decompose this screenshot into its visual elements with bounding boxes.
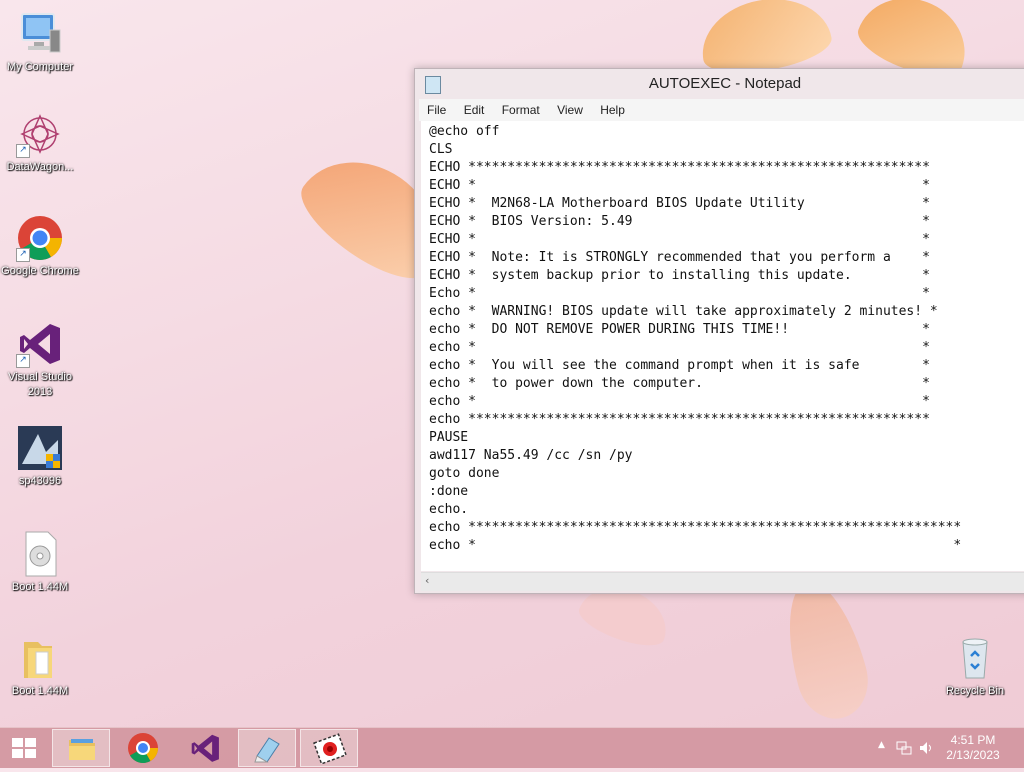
editor-content[interactable]: @echo off CLS ECHO *********************… [421, 121, 1024, 555]
desktop-icon-label: Visual Studio 2013 [7, 371, 72, 398]
taskbar-clock[interactable]: 4:51 PM 2/13/2023 [938, 733, 1008, 763]
menu-file[interactable]: File [427, 103, 446, 117]
shortcut-arrow-icon: ↗ [16, 248, 30, 262]
menu-edit[interactable]: Edit [464, 103, 485, 117]
computer-icon [16, 10, 64, 58]
volume-icon[interactable] [918, 740, 934, 756]
datawagon-icon: ↗ [16, 110, 64, 158]
recycle-bin-icon [951, 634, 999, 682]
visual-studio-icon [191, 734, 219, 762]
menu-view[interactable]: View [557, 103, 583, 117]
desktop-icon-label: Boot 1.44M [11, 581, 69, 593]
taskbar: ▲ 4:51 PM 2/13/2023 [0, 727, 1024, 768]
desktop-icon-my-computer[interactable]: My Computer [0, 10, 80, 75]
desktop-icon-sp43096[interactable]: sp43096 [0, 424, 80, 489]
shortcut-arrow-icon: ↗ [16, 354, 30, 368]
menu-format[interactable]: Format [502, 103, 540, 117]
menu-bar: File Edit Format View Help [419, 99, 1024, 121]
chrome-icon: ↗ [16, 214, 64, 262]
desktop-icon-label: Boot 1.44M [11, 685, 69, 697]
folder-icon [16, 634, 64, 682]
desktop-icon-label: DataWagon... [6, 161, 74, 173]
show-hidden-icons-icon[interactable]: ▲ [878, 740, 885, 750]
notepad-icon [254, 737, 280, 763]
taskbar-notepad[interactable] [238, 729, 296, 767]
file-explorer-icon [69, 739, 95, 760]
shortcut-arrow-icon: ↗ [16, 144, 30, 158]
network-icon[interactable] [896, 740, 912, 756]
window-title: AUTOEXEC - Notepad [648, 75, 802, 92]
media-app-icon [313, 733, 347, 765]
desktop-icon-google-chrome[interactable]: ↗ Google Chrome [0, 214, 80, 279]
menu-help[interactable]: Help [600, 103, 625, 117]
notepad-window[interactable]: AUTOEXEC - Notepad File Edit Format View… [414, 68, 1024, 594]
chrome-icon [128, 733, 158, 764]
horizontal-scrollbar[interactable]: ‹ [421, 572, 1024, 591]
desktop-icon-boot-folder[interactable]: Boot 1.44M [0, 634, 80, 699]
desktop-icon-label: My Computer [6, 61, 74, 73]
desktop-icon-label: sp43096 [18, 475, 62, 487]
visual-studio-icon: ↗ [16, 320, 64, 368]
desktop-icon-visual-studio[interactable]: ↗ Visual Studio 2013 [0, 320, 80, 400]
title-bar[interactable]: AUTOEXEC - Notepad [415, 69, 1024, 99]
desktop-icon-datawagon[interactable]: ↗ DataWagon... [0, 110, 80, 175]
desktop-icon-label: Recycle Bin [945, 685, 1005, 697]
clock-date: 2/13/2023 [946, 748, 1000, 762]
scroll-left-icon[interactable]: ‹ [425, 574, 429, 587]
taskbar-chrome[interactable] [114, 729, 172, 767]
start-button[interactable] [0, 728, 48, 768]
desktop-icon-boot-file[interactable]: Boot 1.44M [0, 530, 80, 595]
disk-image-file-icon [16, 530, 64, 578]
desktop-icon-label: Google Chrome [1, 265, 79, 277]
clock-time: 4:51 PM [950, 733, 996, 747]
text-editor[interactable]: @echo off CLS ECHO *********************… [421, 121, 1024, 571]
taskbar-file-explorer[interactable] [52, 729, 110, 767]
windows-logo-icon [12, 738, 36, 758]
desktop-icon-recycle-bin[interactable]: Recycle Bin [935, 634, 1015, 699]
wallpaper-petal [773, 573, 877, 727]
installer-icon [16, 424, 64, 472]
taskbar-visual-studio[interactable] [176, 729, 234, 767]
taskbar-media-app[interactable] [300, 729, 358, 767]
